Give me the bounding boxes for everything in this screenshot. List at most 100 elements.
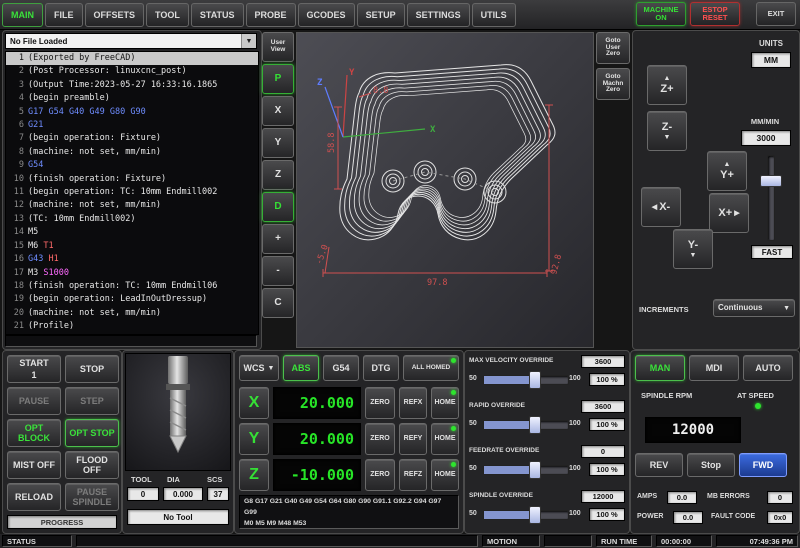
gcode-line[interactable]: 8(machine: not set, mm/min) bbox=[6, 146, 258, 159]
machine-on-button[interactable]: MACHINE ON bbox=[636, 2, 686, 26]
axis-y-button[interactable]: Y bbox=[239, 423, 269, 455]
home-y-button[interactable]: HOME bbox=[431, 423, 459, 455]
gcode-line[interactable]: 6G21 bbox=[6, 119, 258, 132]
gcode-line[interactable]: 20(machine: not set, mm/min) bbox=[6, 307, 258, 320]
gcode-line[interactable]: 4(begin preamble) bbox=[6, 92, 258, 105]
gcode-line[interactable]: 13(TC: 10mm Endmill002) bbox=[6, 213, 258, 226]
tab-settings[interactable]: SETTINGS bbox=[407, 3, 470, 27]
tab-setup[interactable]: SETUP bbox=[357, 3, 405, 27]
mode-mdi-button[interactable]: MDI bbox=[689, 355, 739, 381]
goto-machn-zero-button[interactable]: Goto Machn Zero bbox=[596, 68, 630, 100]
file-selector[interactable]: No File Loaded ▼ bbox=[5, 33, 257, 49]
gcode-line[interactable]: 3(Output Time:2023-05-27 16:33:16.1865 bbox=[6, 79, 258, 92]
tab-probe[interactable]: PROBE bbox=[246, 3, 296, 27]
view-button-[interactable]: - bbox=[262, 256, 294, 286]
view-button-+[interactable]: + bbox=[262, 224, 294, 254]
feedrate-override-slider-handle[interactable] bbox=[529, 461, 541, 479]
gcode-line[interactable]: 17M3 S1000 bbox=[6, 267, 258, 280]
view-button-d[interactable]: D bbox=[262, 192, 294, 222]
jog-z-plus-button[interactable]: ▲ Z+ bbox=[647, 65, 687, 105]
axis-x-button[interactable]: X bbox=[239, 387, 269, 419]
control-opt-stop-button[interactable]: OPT STOP bbox=[65, 419, 119, 447]
rapid-override-slider-track[interactable] bbox=[483, 420, 569, 430]
g54-button[interactable]: G54 bbox=[323, 355, 359, 381]
ref-y-button[interactable]: REFY bbox=[399, 423, 427, 455]
axis-z-button[interactable]: Z bbox=[239, 459, 269, 491]
gcode-line[interactable]: 10(finish operation: Fixture) bbox=[6, 173, 258, 186]
gcode-line[interactable]: 14M5 bbox=[6, 226, 258, 239]
jog-z-minus-button[interactable]: Z- ▼ bbox=[647, 111, 687, 151]
exit-button[interactable]: EXIT bbox=[756, 2, 796, 26]
gcode-line[interactable]: 19(begin operation: LeadInOutDressup) bbox=[6, 293, 258, 306]
estop-reset-button[interactable]: ESTOP RESET bbox=[690, 2, 740, 26]
tab-offsets[interactable]: OFFSETS bbox=[85, 3, 145, 27]
gcode-line[interactable]: 12(machine: not set, mm/min) bbox=[6, 199, 258, 212]
gcode-line[interactable]: 9G54 bbox=[6, 159, 258, 172]
tab-gcodes[interactable]: GCODES bbox=[298, 3, 355, 27]
spindle-rev-button[interactable]: REV bbox=[635, 453, 683, 477]
max-velocity-override-slider-track[interactable] bbox=[483, 375, 569, 385]
gcode-line[interactable]: 1(Exported by FreeCAD) bbox=[6, 52, 258, 65]
view-button-user-view[interactable]: User View bbox=[262, 32, 294, 62]
view-button-z[interactable]: Z bbox=[262, 160, 294, 190]
control-opt-block-button[interactable]: OPT BLOCK bbox=[7, 419, 61, 447]
control-step-button[interactable]: STEP bbox=[65, 387, 119, 415]
control-flood-off-button[interactable]: FLOOD OFF bbox=[65, 451, 119, 479]
all-homed-button[interactable]: ALL HOMED bbox=[403, 355, 459, 381]
max-velocity-override-slider-handle[interactable] bbox=[529, 371, 541, 389]
gcode-line[interactable]: 7(begin operation: Fixture) bbox=[6, 132, 258, 145]
home-x-button[interactable]: HOME bbox=[431, 387, 459, 419]
feed-slider-track[interactable] bbox=[767, 155, 775, 241]
mdi-input[interactable] bbox=[5, 335, 257, 347]
control-stop-button[interactable]: STOP bbox=[65, 355, 119, 383]
wcs-button[interactable]: WCS ▼ bbox=[239, 355, 279, 381]
spindle-fwd-button[interactable]: FWD bbox=[739, 453, 787, 477]
control-pause-spindle-button[interactable]: PAUSE SPINDLE bbox=[65, 483, 119, 511]
gcode-line[interactable]: 15M6 T1 bbox=[6, 240, 258, 253]
combo-arrow-icon[interactable]: ▼ bbox=[241, 34, 256, 48]
feedrate-override-slider-track[interactable] bbox=[483, 465, 569, 475]
feed-slider-handle[interactable] bbox=[760, 175, 782, 187]
goto-user-zero-button[interactable]: Goto User Zero bbox=[596, 32, 630, 64]
control-reload-button[interactable]: RELOAD bbox=[7, 483, 61, 511]
rapid-override-slider-handle[interactable] bbox=[529, 416, 541, 434]
gcode-line[interactable]: 18(finish operation: TC: 10mm Endmill06 bbox=[6, 280, 258, 293]
home-z-button[interactable]: HOME bbox=[431, 459, 459, 491]
jog-y-plus-button[interactable]: ▲ Y+ bbox=[707, 151, 747, 191]
view-button-x[interactable]: X bbox=[262, 96, 294, 126]
gcode-line[interactable]: 2(Post Processor: linuxcnc_post) bbox=[6, 65, 258, 78]
zero-x-button[interactable]: ZERO bbox=[365, 387, 395, 419]
abs-button[interactable]: ABS bbox=[283, 355, 319, 381]
spindle-stop-button[interactable]: Stop bbox=[687, 453, 735, 477]
zero-z-button[interactable]: ZERO bbox=[365, 459, 395, 491]
gcode-line[interactable]: 11(begin operation: TC: 10mm Endmill002 bbox=[6, 186, 258, 199]
zero-y-button[interactable]: ZERO bbox=[365, 423, 395, 455]
ref-x-button[interactable]: REFX bbox=[399, 387, 427, 419]
dtg-button[interactable]: DTG bbox=[363, 355, 399, 381]
gcode-view[interactable]: 1(Exported by FreeCAD)2(Post Processor: … bbox=[5, 51, 259, 335]
tab-utils[interactable]: UTILS bbox=[472, 3, 516, 27]
jog-x-minus-button[interactable]: ◀ X- bbox=[641, 187, 681, 227]
view-button-c[interactable]: C bbox=[262, 288, 294, 318]
control-start-button[interactable]: START1 bbox=[7, 355, 61, 383]
view-button-p[interactable]: P bbox=[262, 64, 294, 94]
control-pause-button[interactable]: PAUSE bbox=[7, 387, 61, 415]
gcode-line[interactable]: 5G17 G54 G40 G49 G80 G90 bbox=[6, 106, 258, 119]
spindle-override-slider-track[interactable] bbox=[483, 510, 569, 520]
spindle-override-slider-handle[interactable] bbox=[529, 506, 541, 524]
tab-status[interactable]: STATUS bbox=[191, 3, 244, 27]
mode-man-button[interactable]: MAN bbox=[635, 355, 685, 381]
gcode-line[interactable]: 21(Profile) bbox=[6, 320, 258, 333]
gcode-line[interactable]: 16G43 H1 bbox=[6, 253, 258, 266]
control-mist-off-button[interactable]: MIST OFF bbox=[7, 451, 61, 479]
ref-z-button[interactable]: REFZ bbox=[399, 459, 427, 491]
jog-y-minus-button[interactable]: Y- ▼ bbox=[673, 229, 713, 269]
increments-dropdown[interactable]: Continuous ▼ bbox=[713, 299, 795, 317]
tab-file[interactable]: FILE bbox=[45, 3, 83, 27]
view-button-y[interactable]: Y bbox=[262, 128, 294, 158]
mode-auto-button[interactable]: AUTO bbox=[743, 355, 793, 381]
gcode-preview[interactable]: X Y Z 97.8 92.8 58.8 8.8 -5.0 bbox=[296, 32, 594, 348]
jog-x-plus-button[interactable]: X+ ▶ bbox=[709, 193, 749, 233]
tab-tool[interactable]: TOOL bbox=[146, 3, 189, 27]
tab-main[interactable]: MAIN bbox=[2, 3, 43, 27]
